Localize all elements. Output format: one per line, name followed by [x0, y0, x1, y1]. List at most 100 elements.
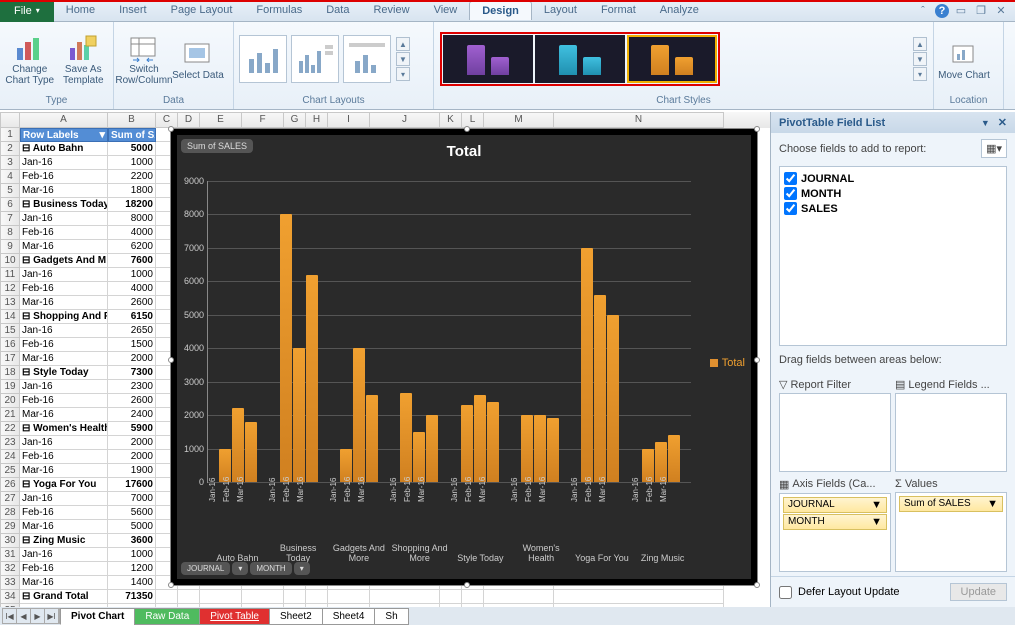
cell[interactable]: Feb-16: [20, 394, 108, 408]
row-header[interactable]: 19: [0, 380, 20, 394]
cell[interactable]: 2400: [108, 408, 156, 422]
ribbon-tab-data[interactable]: Data: [314, 1, 361, 20]
cell[interactable]: ⊟ Auto Bahn: [20, 142, 108, 156]
cell[interactable]: Mar-16: [20, 184, 108, 198]
chevron-up-icon[interactable]: ˆ: [915, 3, 931, 19]
row-header[interactable]: 15: [0, 324, 20, 338]
cell[interactable]: Jan-16: [20, 380, 108, 394]
chart-filter-badges[interactable]: JOURNAL▾MONTH▾: [181, 562, 310, 575]
layout-down-icon[interactable]: ▼: [396, 52, 410, 66]
row-header[interactable]: 34: [0, 590, 20, 604]
cell[interactable]: Mar-16: [20, 296, 108, 310]
cell[interactable]: ⊟ Zing Music: [20, 534, 108, 548]
column-header[interactable]: J: [370, 112, 440, 128]
sheet-tab[interactable]: Sh: [374, 608, 408, 625]
row-header[interactable]: 4: [0, 170, 20, 184]
cell[interactable]: 2600: [108, 296, 156, 310]
cell[interactable]: 5000: [108, 142, 156, 156]
ribbon-tab-insert[interactable]: Insert: [107, 1, 159, 20]
cell[interactable]: [462, 590, 484, 604]
cell[interactable]: 6150: [108, 310, 156, 324]
row-header[interactable]: 10: [0, 254, 20, 268]
cell[interactable]: Jan-16: [20, 156, 108, 170]
cell[interactable]: 2000: [108, 352, 156, 366]
cell[interactable]: 7000: [108, 492, 156, 506]
ribbon-tab-formulas[interactable]: Formulas: [244, 1, 314, 20]
cell[interactable]: 18200: [108, 198, 156, 212]
row-header[interactable]: 16: [0, 338, 20, 352]
cell[interactable]: ⊟ Gadgets And M: [20, 254, 108, 268]
cell[interactable]: Jan-16: [20, 492, 108, 506]
cell[interactable]: 1900: [108, 464, 156, 478]
help-icon[interactable]: ?: [935, 4, 949, 18]
minimize-ribbon-icon[interactable]: ▭: [953, 3, 969, 19]
last-sheet-icon[interactable]: ▶I: [45, 609, 59, 623]
ribbon-tab-view[interactable]: View: [422, 1, 470, 20]
row-header[interactable]: 24: [0, 450, 20, 464]
cell[interactable]: Feb-16: [20, 506, 108, 520]
cell[interactable]: Feb-16: [20, 338, 108, 352]
cell[interactable]: Row Labels ▾: [20, 128, 108, 142]
cell[interactable]: Mar-16: [20, 576, 108, 590]
row-header[interactable]: 18: [0, 366, 20, 380]
field-item[interactable]: SALES: [784, 201, 1002, 216]
row-header[interactable]: 31: [0, 548, 20, 562]
column-header[interactable]: E: [200, 112, 242, 128]
cell[interactable]: 2650: [108, 324, 156, 338]
values-well[interactable]: Sum of SALES▼: [895, 492, 1007, 573]
cell[interactable]: Feb-16: [20, 226, 108, 240]
update-button[interactable]: Update: [950, 583, 1007, 601]
cell[interactable]: [484, 590, 554, 604]
cell[interactable]: Mar-16: [20, 408, 108, 422]
cell[interactable]: Mar-16: [20, 352, 108, 366]
column-header[interactable]: I: [328, 112, 370, 128]
row-header[interactable]: 5: [0, 184, 20, 198]
row-header[interactable]: 12: [0, 282, 20, 296]
cell[interactable]: 2300: [108, 380, 156, 394]
cell[interactable]: [440, 590, 462, 604]
row-header[interactable]: 27: [0, 492, 20, 506]
row-header[interactable]: 30: [0, 534, 20, 548]
row-header[interactable]: 26: [0, 478, 20, 492]
cell[interactable]: Jan-16: [20, 212, 108, 226]
style-more-icon[interactable]: ▾: [913, 67, 927, 81]
chart-style-orange[interactable]: [627, 35, 717, 83]
cell[interactable]: 1000: [108, 268, 156, 282]
cell[interactable]: 6200: [108, 240, 156, 254]
field-list-layout-icon[interactable]: ▦▾: [981, 139, 1007, 158]
cell[interactable]: ⊟ Grand Total: [20, 590, 108, 604]
cell[interactable]: ⊟ Women's Health: [20, 422, 108, 436]
cell[interactable]: 3600: [108, 534, 156, 548]
row-header[interactable]: 32: [0, 562, 20, 576]
spreadsheet-grid[interactable]: ABCDEFGHIJKLMN 1Row Labels ▾Sum of SA2⊟ …: [0, 112, 770, 607]
row-header[interactable]: 23: [0, 436, 20, 450]
cell[interactable]: 5000: [108, 520, 156, 534]
style-up-icon[interactable]: ▲: [913, 37, 927, 51]
cell[interactable]: 1000: [108, 156, 156, 170]
row-header[interactable]: 25: [0, 464, 20, 478]
column-header[interactable]: B: [108, 112, 156, 128]
cell[interactable]: 1400: [108, 576, 156, 590]
field-chip[interactable]: MONTH▼: [783, 514, 887, 530]
cell[interactable]: 5600: [108, 506, 156, 520]
chart-layout-1[interactable]: [239, 35, 287, 83]
restore-window-icon[interactable]: ❐: [973, 3, 989, 19]
cell[interactable]: 7300: [108, 366, 156, 380]
row-header[interactable]: 13: [0, 296, 20, 310]
chart-layout-2[interactable]: [291, 35, 339, 83]
row-header[interactable]: 7: [0, 212, 20, 226]
cell[interactable]: [242, 590, 284, 604]
cell[interactable]: Jan-16: [20, 436, 108, 450]
cell[interactable]: 1000: [108, 548, 156, 562]
field-chip[interactable]: JOURNAL▼: [783, 497, 887, 513]
column-header[interactable]: M: [484, 112, 554, 128]
row-header[interactable]: 22: [0, 422, 20, 436]
row-header[interactable]: 2: [0, 142, 20, 156]
file-tab[interactable]: File▾: [0, 0, 54, 22]
column-header[interactable]: F: [242, 112, 284, 128]
legend-fields-well[interactable]: [895, 393, 1007, 472]
layout-more-icon[interactable]: ▾: [396, 67, 410, 81]
column-header[interactable]: D: [178, 112, 200, 128]
cell[interactable]: 1500: [108, 338, 156, 352]
field-chip[interactable]: Sum of SALES▼: [899, 496, 1003, 512]
